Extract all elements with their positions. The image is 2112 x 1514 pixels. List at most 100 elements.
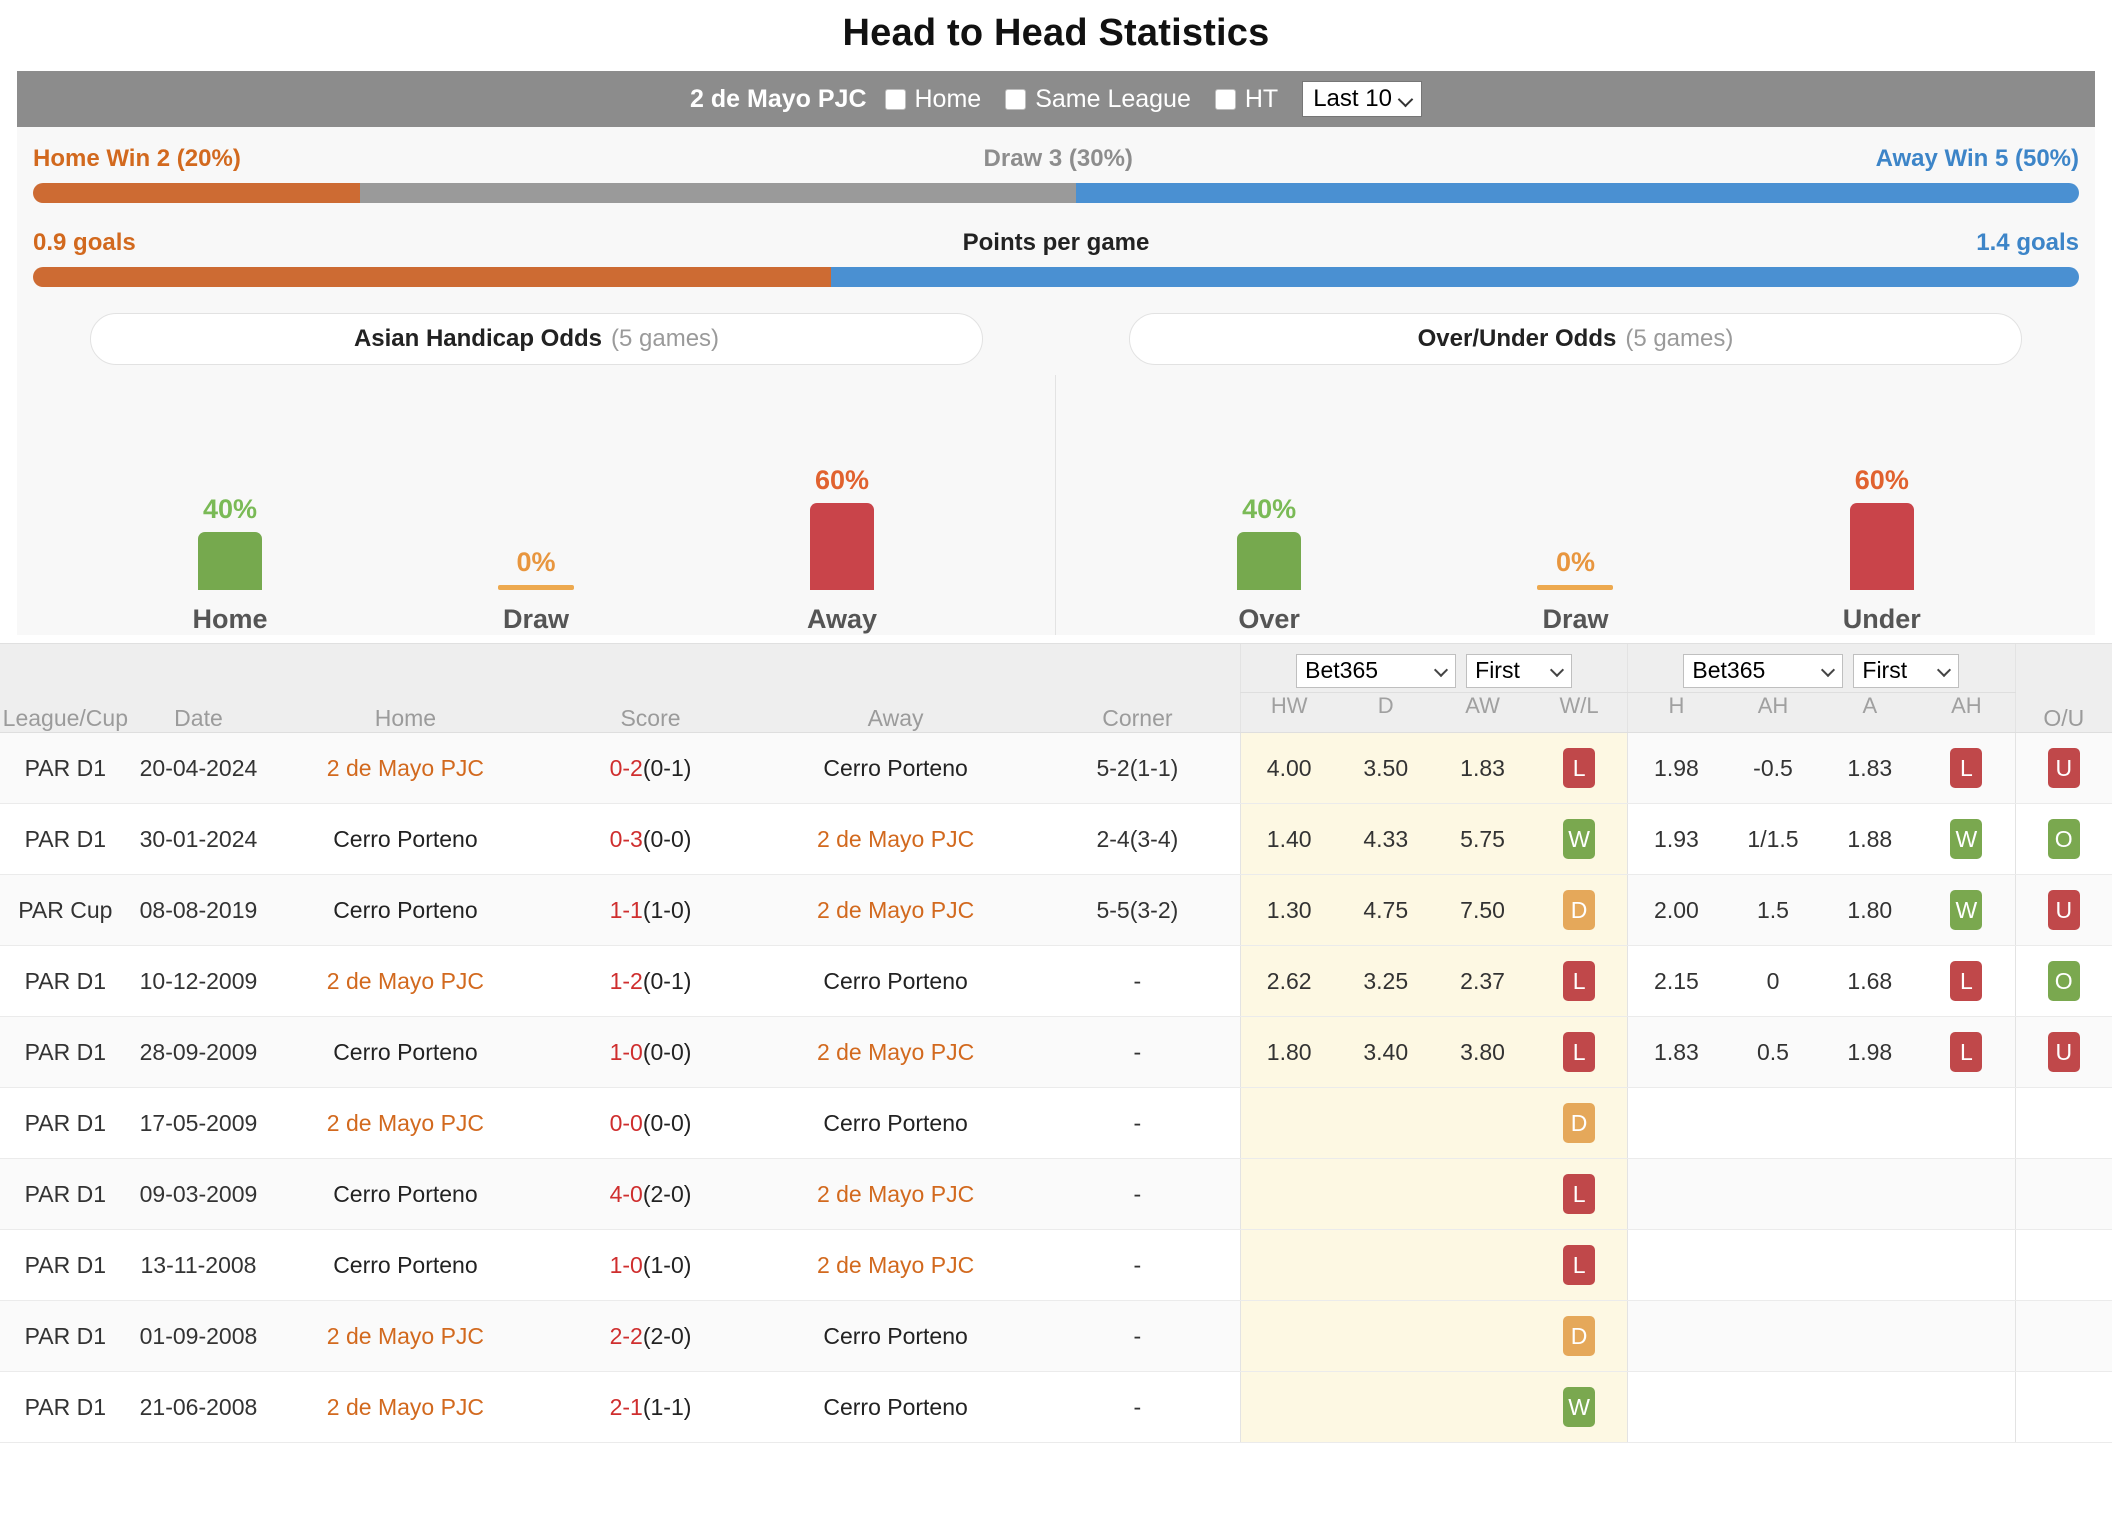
cell-score: 0-2(0-1) (544, 732, 757, 804)
chart-bar-under-value: 60% (1854, 465, 1909, 495)
cell-h (1627, 1158, 1725, 1230)
table-row[interactable]: PAR D1 30-01-2024 Cerro Porteno 0-3(0-0) 2 d… (0, 803, 2112, 875)
col-score[interactable]: Score (544, 643, 757, 733)
timing-select-1x2-value: First (1475, 657, 1520, 684)
bookmaker-select-1x2-value: Bet365 (1305, 657, 1379, 684)
chevron-down-icon (1552, 665, 1563, 676)
cell-aw (1434, 1087, 1531, 1159)
checkbox-same-league-box[interactable] (1005, 88, 1027, 110)
ppg-labels: 0.9 goals Points per game 1.4 goals (33, 229, 2079, 257)
cell-corner: - (1034, 1300, 1241, 1372)
cell-ah: 0 (1724, 945, 1822, 1017)
table-row[interactable]: PAR D1 10-12-2009 2 de Mayo PJC 1-2(0-1) Cer… (0, 945, 2112, 1017)
result-badge: L (1950, 748, 1983, 788)
cell-ah (1724, 1371, 1822, 1443)
checkbox-home[interactable]: Home (884, 84, 982, 114)
col-away[interactable]: Away (756, 643, 1035, 733)
cell-aw (1434, 1371, 1531, 1443)
col-ou[interactable]: O/U (2014, 643, 2112, 733)
result-badge: W (1563, 1387, 1596, 1427)
chevron-down-icon (1400, 93, 1413, 106)
bookmaker-select-ah[interactable]: Bet365 (1683, 653, 1844, 688)
cell-score: 1-0(0-0) (544, 1016, 757, 1088)
range-select[interactable]: Last 10 (1302, 81, 1422, 117)
cell-ah (1724, 1158, 1822, 1230)
cell-date: 08-08-2019 (130, 874, 267, 946)
table-row[interactable]: PAR D1 17-05-2009 2 de Mayo PJC 0-0(0-0) Cer… (0, 1087, 2112, 1159)
col-league[interactable]: League/Cup (0, 643, 131, 733)
table-row[interactable]: PAR D1 21-06-2008 2 de Mayo PJC 2-1(1-1) Cer… (0, 1371, 2112, 1443)
cell-ah-result (1918, 1158, 2016, 1230)
cell-ah: -0.5 (1724, 732, 1822, 804)
cell-d (1337, 1300, 1435, 1372)
bookmaker-select-1x2[interactable]: Bet365 (1296, 653, 1457, 688)
tab-over-under-odds[interactable]: Over/Under Odds (5 games) (1128, 313, 2023, 365)
table-row[interactable]: PAR D1 09-03-2009 Cerro Porteno 4-0(2-0) 2 d… (0, 1158, 2112, 1230)
chart-bar-draw-value: 0% (516, 547, 556, 577)
cell-wl: L (1530, 1229, 1628, 1301)
cell-h: 1.98 (1627, 732, 1725, 804)
checkbox-ht[interactable]: HT (1214, 85, 1278, 114)
checkbox-home-label: Home (914, 84, 982, 113)
cell-corner: - (1034, 1016, 1241, 1088)
cell-ah: 0.5 (1724, 1016, 1822, 1088)
col-ah: AH (1724, 692, 1822, 734)
table-row[interactable]: PAR D1 01-09-2008 2 de Mayo PJC 2-2(2-0) Cer… (0, 1300, 2112, 1372)
col-home[interactable]: Home (266, 643, 545, 733)
chart-bar-home-caption: Home (192, 604, 268, 634)
col-corner[interactable]: Corner (1034, 643, 1241, 733)
result-badge: L (1563, 961, 1596, 1001)
cell-away: 2 de Mayo PJC (756, 1158, 1035, 1230)
cell-h: 1.83 (1627, 1016, 1725, 1088)
timing-select-ah[interactable]: First (1853, 653, 1960, 688)
col-a: A (1821, 692, 1919, 734)
cell-corner: 5-5(3-2) (1034, 874, 1241, 946)
table-row[interactable]: PAR Cup 08-08-2019 Cerro Porteno 1-1(1-0) 2 … (0, 874, 2112, 946)
cell-date: 09-03-2009 (130, 1158, 267, 1230)
cell-league: PAR D1 (0, 1371, 131, 1443)
checkbox-ht-box[interactable] (1214, 88, 1236, 110)
result-badge: D (1563, 890, 1596, 930)
result-badge: D (1563, 1103, 1596, 1143)
cell-corner: - (1034, 1087, 1241, 1159)
chart-bar-under-shape (1849, 503, 1914, 590)
checkbox-same-league[interactable]: Same League (1005, 85, 1191, 114)
timing-select-ah-value: First (1862, 657, 1908, 684)
cell-hw (1240, 1229, 1338, 1301)
cell-hw (1240, 1087, 1338, 1159)
cell-aw: 3.80 (1434, 1016, 1531, 1088)
cell-corner: 2-4(3-4) (1034, 803, 1241, 875)
chart-bar-over: 40% Over (1194, 375, 1344, 635)
cell-away: 2 de Mayo PJC (756, 1016, 1035, 1088)
cell-home: 2 de Mayo PJC (266, 1300, 545, 1372)
tab-asian-handicap-odds[interactable]: Asian Handicap Odds (5 games) (89, 313, 984, 365)
timing-select-1x2[interactable]: First (1466, 653, 1573, 688)
cell-date: 21-06-2008 (130, 1371, 267, 1443)
cell-ou: U (2014, 874, 2112, 946)
page-title: Head to Head Statistics (842, 12, 1270, 54)
cell-ah: 1.5 (1724, 874, 1822, 946)
cell-away: 2 de Mayo PJC (756, 803, 1035, 875)
cell-h: 1.93 (1627, 803, 1725, 875)
cell-ah-result (1918, 1300, 2016, 1372)
ppg-title: Points per game (962, 229, 1150, 256)
result-badge: W (1563, 819, 1596, 859)
cell-date: 20-04-2024 (130, 732, 267, 804)
cell-aw: 1.83 (1434, 732, 1531, 804)
cell-date: 01-09-2008 (130, 1300, 267, 1372)
chart-bar-away: 60% Away (767, 375, 917, 635)
table-row[interactable]: PAR D1 20-04-2024 2 de Mayo PJC 0-2(0-1) Cer… (0, 732, 2112, 804)
table-row[interactable]: PAR D1 28-09-2009 Cerro Porteno 1-0(0-0) 2 d… (0, 1016, 2112, 1088)
col-hw: HW (1240, 692, 1338, 734)
table-row[interactable]: PAR D1 13-11-2008 Cerro Porteno 1-0(1-0) 2 d… (0, 1229, 2112, 1301)
tab-over-under-title: Over/Under Odds (1417, 325, 1617, 352)
h2h-table: League/Cup Date Home Score Away Corner B… (0, 643, 2112, 1443)
cell-wl: W (1530, 803, 1628, 875)
checkbox-home-box[interactable] (884, 88, 906, 110)
tab-asian-handicap-title: Asian Handicap Odds (353, 325, 602, 352)
cell-league: PAR D1 (0, 1016, 131, 1088)
cell-wl: D (1530, 1300, 1628, 1372)
cell-aw: 7.50 (1434, 874, 1531, 946)
col-date[interactable]: Date (130, 643, 267, 733)
cell-aw (1434, 1300, 1531, 1372)
